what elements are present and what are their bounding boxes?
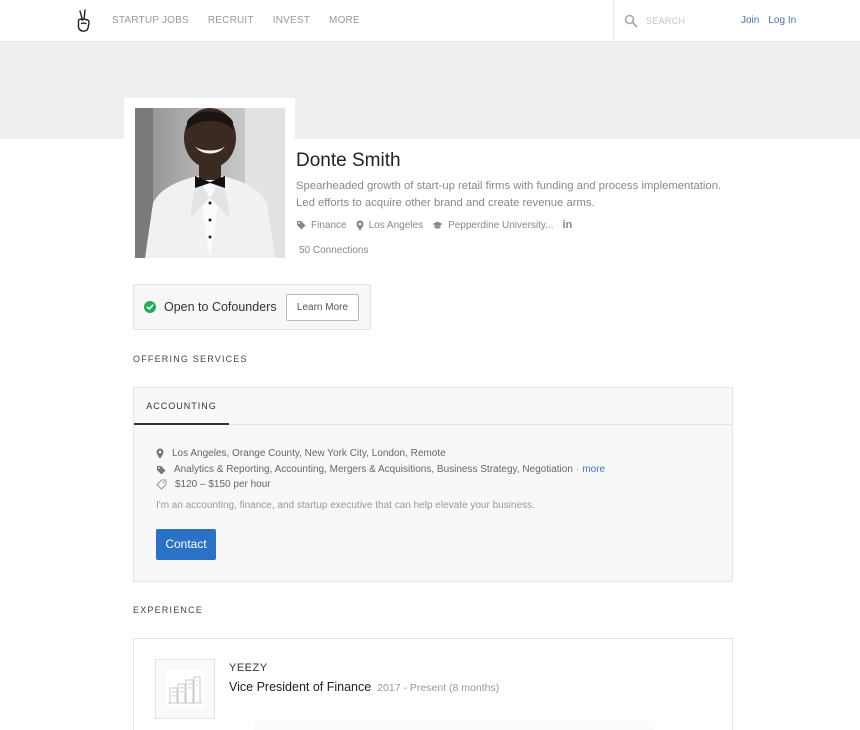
tag-school-label: Pepperdine University... — [448, 219, 554, 231]
main-nav: STARTUP JOBS RECRUIT INVEST MORE — [112, 15, 360, 26]
tag-market[interactable]: Finance — [296, 220, 347, 231]
map-pin-icon — [356, 220, 364, 230]
service-rate: $120 – $150 per hour — [156, 479, 271, 490]
tag-market-label: Finance — [311, 219, 347, 231]
auth-links: Join Log In — [741, 15, 796, 26]
experience-role: Vice President of Finance 2017 - Present… — [229, 680, 499, 694]
tag-school[interactable]: Pepperdine University... — [432, 219, 554, 231]
money-tag-icon — [156, 479, 167, 490]
role-title: Vice President of Finance — [229, 680, 372, 694]
skills-more-link[interactable]: more — [582, 464, 605, 475]
tag-location[interactable]: Los Angeles — [356, 219, 424, 231]
nav-more[interactable]: MORE — [329, 15, 360, 26]
experience-heading: EXPERIENCE — [133, 605, 204, 615]
services-tabbar: ACCOUNTING — [134, 388, 732, 425]
profile-tags: Finance Los Angeles Pepperdine Universit… — [296, 219, 572, 231]
service-rate-text: $120 – $150 per hour — [175, 479, 271, 490]
connections-count[interactable]: 50 Connections — [299, 245, 369, 256]
tab-accounting[interactable]: ACCOUNTING — [134, 388, 229, 425]
profile-bio: Spearheaded growth of start-up retail fi… — [296, 180, 722, 209]
company-name[interactable]: YEEZY — [229, 662, 268, 674]
tag-icon — [157, 465, 166, 474]
service-description: I'm an accounting, finance, and startup … — [156, 500, 535, 511]
service-locations: Los Angeles, Orange County, New York Cit… — [156, 448, 446, 459]
company-logo[interactable] — [155, 659, 215, 719]
search-area: Join Log In — [613, 0, 860, 42]
tag-location-label: Los Angeles — [368, 219, 424, 231]
nav-invest[interactable]: INVEST — [273, 15, 310, 26]
profile-name: Donte Smith — [296, 150, 401, 171]
role-dates: 2017 - Present (8 months) — [377, 682, 500, 694]
profile-photo — [135, 108, 285, 258]
skills-separator: · — [575, 464, 580, 475]
graduation-cap-icon — [432, 221, 443, 229]
login-link[interactable]: Log In — [768, 15, 796, 26]
nav-recruit[interactable]: RECRUIT — [208, 15, 254, 26]
cofounder-box: Open to Cofounders Learn More — [133, 284, 371, 330]
cofounder-text: Open to Cofounders — [164, 300, 277, 314]
contact-button[interactable]: Contact — [156, 529, 216, 560]
search-icon — [624, 14, 638, 28]
service-locations-text: Los Angeles, Orange County, New York Cit… — [172, 448, 446, 459]
victory-hand-logo-icon[interactable] — [74, 9, 94, 33]
experience-card: YEEZY Vice President of Finance 2017 - P… — [133, 638, 733, 730]
map-pin-icon — [156, 448, 164, 459]
search-input[interactable] — [646, 12, 736, 30]
check-circle-icon — [144, 301, 156, 313]
service-skills-text: Analytics & Reporting, Accounting, Merge… — [174, 464, 573, 475]
services-card: ACCOUNTING Los Angeles, Orange County, N… — [133, 387, 733, 582]
linkedin-icon[interactable]: in — [563, 219, 573, 231]
experience-fade — [254, 717, 654, 730]
top-navigation: STARTUP JOBS RECRUIT INVEST MORE Join Lo… — [0, 0, 860, 42]
learn-more-button[interactable]: Learn More — [286, 294, 359, 321]
service-skills: Analytics & Reporting, Accounting, Merge… — [156, 464, 605, 475]
offering-services-heading: OFFERING SERVICES — [133, 354, 248, 364]
join-link[interactable]: Join — [741, 15, 759, 26]
nav-startup-jobs[interactable]: STARTUP JOBS — [112, 15, 189, 26]
building-icon — [166, 670, 204, 708]
tag-icon — [297, 221, 306, 230]
